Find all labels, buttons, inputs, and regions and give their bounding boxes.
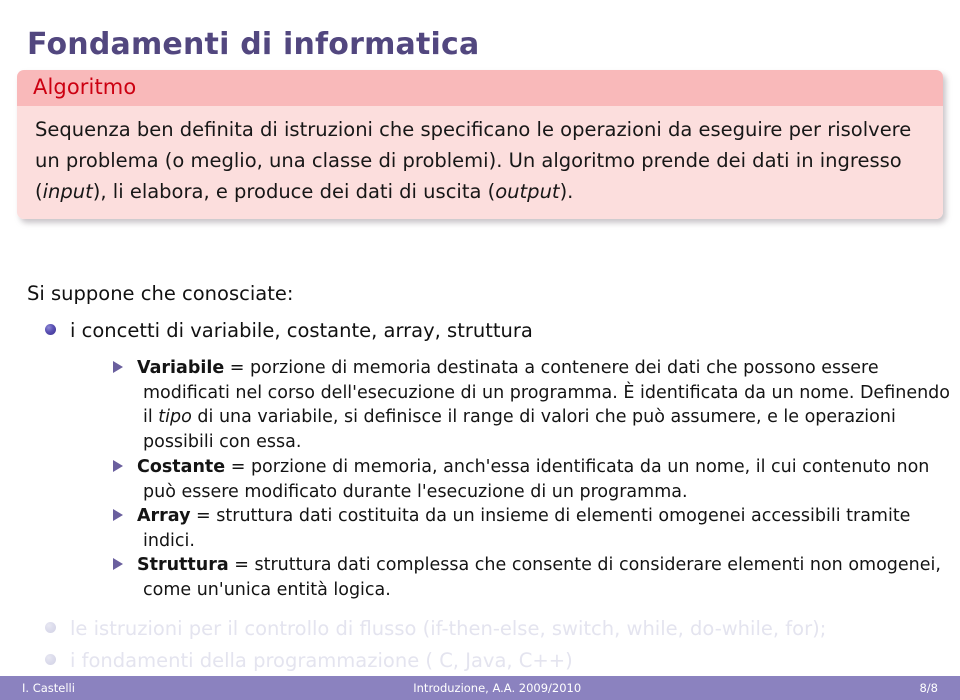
definition-item-variabile: Variabile = porzione di memoria destinat… bbox=[113, 356, 960, 455]
definition-text-a: porzione di memoria, anch'essa identific… bbox=[143, 457, 930, 502]
intro-text: Si suppone che conosciate: bbox=[27, 282, 294, 305]
slide-footer: I. Castelli Introduzione, A.A. 2009/2010… bbox=[0, 676, 960, 700]
block-body-text-2: ), li elabora, e produce dei dati di usc… bbox=[92, 180, 496, 203]
bullet-triangle-icon bbox=[113, 558, 123, 570]
definition-term: Variabile bbox=[137, 358, 225, 378]
definition-term: Array bbox=[137, 506, 191, 526]
definition-equals: = bbox=[190, 506, 217, 526]
list-item-label: i fondamenti della programmazione ( C, J… bbox=[70, 649, 573, 672]
list-item-label: le istruzioni per il controllo di flusso… bbox=[70, 617, 827, 640]
list-item: i concetti di variabile, costante, array… bbox=[45, 318, 533, 344]
list-item-dimmed: i fondamenti della programmazione ( C, J… bbox=[45, 648, 573, 674]
block-body-italic-output: output bbox=[495, 180, 560, 203]
definition-equals: = bbox=[224, 358, 251, 378]
definition-text-a: struttura dati costituita da un insieme … bbox=[143, 506, 911, 551]
bullet-triangle-icon bbox=[113, 509, 123, 521]
definition-item-array: Array = struttura dati costituita da un … bbox=[113, 504, 960, 553]
definition-text-b: di una variabile, si definisce il range … bbox=[143, 407, 896, 453]
bullet-ball-icon bbox=[45, 622, 56, 633]
definition-block: Algoritmo Sequenza ben definita di istru… bbox=[17, 70, 943, 219]
bullet-triangle-icon bbox=[113, 361, 123, 373]
bullet-ball-icon bbox=[45, 324, 56, 335]
definition-term: Struttura bbox=[137, 555, 229, 575]
presentation-slide: Fondamenti di informatica Algoritmo Sequ… bbox=[0, 0, 960, 700]
definition-item-costante: Costante = porzione di memoria, anch'ess… bbox=[113, 455, 960, 504]
definition-term: Costante bbox=[137, 457, 226, 477]
definition-text-a: struttura dati complessa che consente di… bbox=[143, 555, 941, 600]
footer-author: I. Castelli bbox=[22, 681, 75, 695]
list-item-dimmed: le istruzioni per il controllo di flusso… bbox=[45, 616, 826, 642]
block-body-italic-input: input bbox=[42, 180, 93, 203]
definition-item-struttura: Struttura = struttura dati complessa che… bbox=[113, 553, 960, 602]
block-body: Sequenza ben definita di istruzioni che … bbox=[17, 106, 943, 219]
footer-page-number: 8/8 bbox=[919, 681, 938, 695]
bullet-ball-icon bbox=[45, 654, 56, 665]
list-item-label: i concetti di variabile, costante, array… bbox=[70, 319, 533, 342]
page-title: Fondamenti di informatica bbox=[27, 27, 480, 63]
block-title: Algoritmo bbox=[17, 70, 943, 106]
definition-equals: = bbox=[228, 555, 255, 575]
bullet-triangle-icon bbox=[113, 460, 123, 472]
definition-equals: = bbox=[225, 457, 251, 477]
block-body-text-3: ). bbox=[559, 180, 574, 203]
footer-course: Introduzione, A.A. 2009/2010 bbox=[413, 681, 582, 695]
definition-italic: tipo bbox=[158, 407, 192, 428]
